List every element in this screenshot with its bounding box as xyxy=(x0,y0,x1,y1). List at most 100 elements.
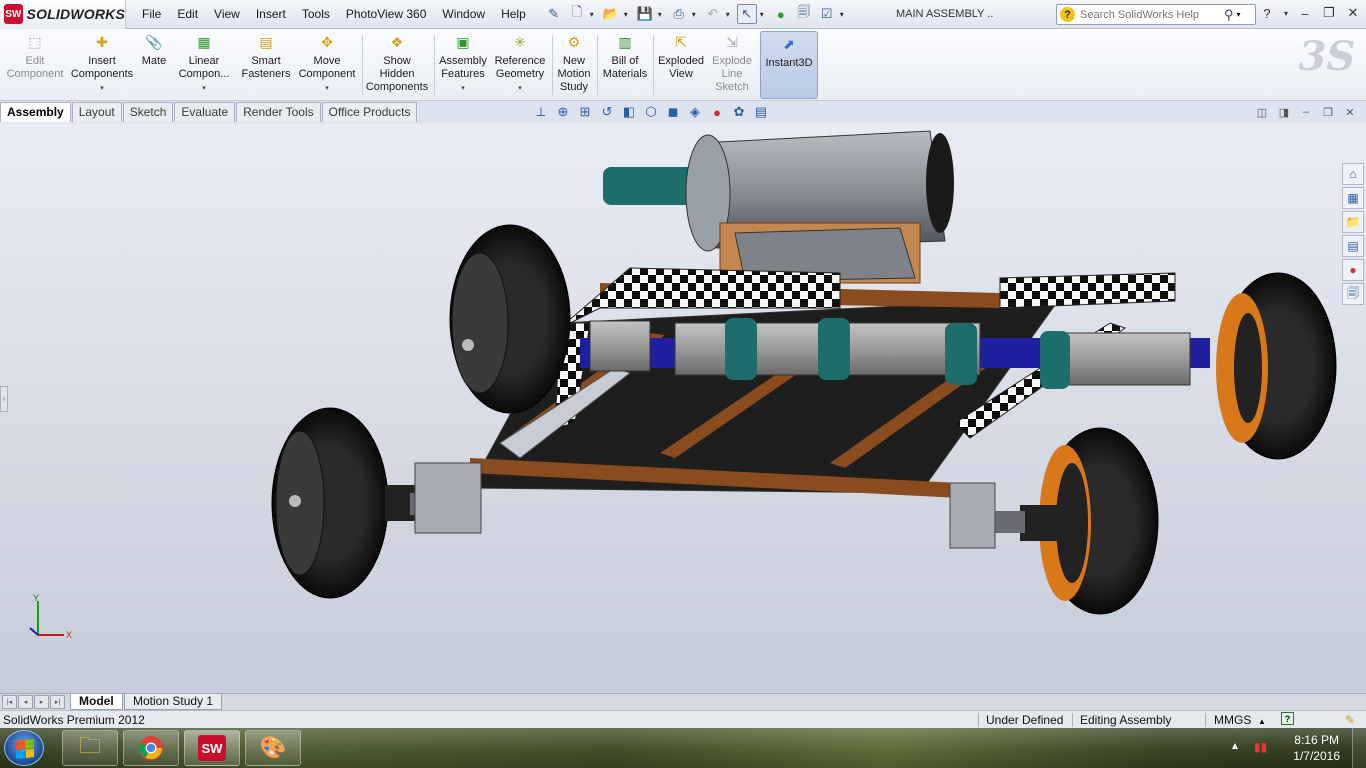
help-menu-icon[interactable]: ? xyxy=(1258,4,1276,22)
menu-edit[interactable]: Edit xyxy=(169,0,206,29)
next-tab-icon[interactable]: ▸ xyxy=(34,695,49,709)
help-search-input[interactable] xyxy=(1080,8,1222,21)
assembly-features-dropdown-icon[interactable]: ▾ xyxy=(461,82,465,95)
menu-tools[interactable]: Tools xyxy=(294,0,338,29)
undo-icon[interactable]: ↶ xyxy=(703,4,723,24)
view-palette-icon[interactable]: ▤ xyxy=(1342,235,1364,257)
network-icon[interactable]: ▮▮ xyxy=(1254,740,1267,754)
smart-fasteners-button[interactable]: ▤ Smart Fasteners xyxy=(238,32,294,81)
new-document-icon[interactable]: 🗋 xyxy=(567,4,587,24)
assembly-model[interactable]: Y X xyxy=(0,123,1366,693)
menu-file[interactable]: File xyxy=(134,0,169,29)
zoom-to-fit-icon[interactable]: ⊕ xyxy=(554,103,572,121)
options-dropdown-icon[interactable]: ▾ xyxy=(840,10,848,19)
viewport-split-icon[interactable]: ◫ xyxy=(1254,104,1270,120)
taskbar-paint[interactable]: 🎨 xyxy=(245,730,301,766)
wheel-front-right[interactable] xyxy=(949,427,1159,615)
tab-sketch[interactable]: Sketch xyxy=(122,102,174,122)
last-tab-icon[interactable]: ▸| xyxy=(50,695,65,709)
tab-office-products[interactable]: Office Products xyxy=(321,102,418,122)
scene-icon[interactable]: ✿ xyxy=(730,103,748,121)
solidworks-resources-icon[interactable]: ⌂ xyxy=(1342,163,1364,185)
open-dropdown-icon[interactable]: ▾ xyxy=(624,10,632,19)
select-dropdown-icon[interactable]: ▾ xyxy=(760,10,768,19)
select-cursor-icon[interactable]: ↖ xyxy=(736,4,757,24)
edit-component-button[interactable]: ⬚ Edit Component xyxy=(4,32,66,81)
rebuild-status-icon[interactable]: ✎ xyxy=(1345,712,1355,728)
search-dropdown-icon[interactable]: ▾ xyxy=(1237,10,1241,19)
options-icon[interactable]: ☑ xyxy=(817,4,837,24)
zoom-to-area-icon[interactable]: ⊞ xyxy=(576,103,594,121)
appearance-icon[interactable]: ● xyxy=(708,103,726,121)
custom-properties-icon[interactable]: 🗐 xyxy=(1342,283,1364,305)
wheel-front-left[interactable] xyxy=(271,407,482,599)
show-hidden-icons-icon[interactable]: ▲ xyxy=(1230,741,1240,752)
viewport-minimize-icon[interactable]: – xyxy=(1298,104,1314,120)
new-dropdown-icon[interactable]: ▾ xyxy=(590,10,598,19)
clock[interactable]: 8:16 PM 1/7/2016 xyxy=(1293,732,1340,764)
menu-photoview[interactable]: PhotoView 360 xyxy=(338,0,435,29)
taskbar-explorer[interactable]: 🗀 xyxy=(62,730,118,766)
linear-pattern-dropdown-icon[interactable]: ▾ xyxy=(202,82,206,95)
start-button[interactable] xyxy=(4,730,44,766)
section-view-icon[interactable]: ◧ xyxy=(620,103,638,121)
units-system[interactable]: MMGS xyxy=(1214,712,1251,728)
bill-of-materials-button[interactable]: ▥ Bill of Materials xyxy=(600,32,650,81)
instant3d-button[interactable]: ⬈ Instant3D xyxy=(760,31,818,99)
assembly-features-button[interactable]: ▣ Assembly Features ▾ xyxy=(438,32,488,95)
taskbar-solidworks[interactable]: SW xyxy=(184,730,240,766)
linear-pattern-button[interactable]: ▦ Linear Compon... ▾ xyxy=(174,32,234,95)
design-library-icon[interactable]: ▦ xyxy=(1342,187,1364,209)
exploded-view-button[interactable]: ⇱ Exploded View xyxy=(656,32,706,81)
search-icon[interactable]: ⚲ xyxy=(1224,7,1234,23)
show-desktop-button[interactable] xyxy=(1352,728,1366,768)
file-properties-icon[interactable]: 🗐 xyxy=(794,4,814,24)
move-component-button[interactable]: ✥ Move Component ▾ xyxy=(298,32,356,95)
menu-view[interactable]: View xyxy=(206,0,248,29)
mate-button[interactable]: 📎 Mate xyxy=(138,32,170,68)
new-motion-study-button[interactable]: ⚙ New Motion Study xyxy=(555,32,593,94)
tab-model[interactable]: Model xyxy=(70,694,123,710)
close-icon[interactable]: ✕ xyxy=(1344,4,1362,22)
file-explorer-icon[interactable]: 📁 xyxy=(1342,211,1364,233)
appearances-scenes-icon[interactable]: ● xyxy=(1342,259,1364,281)
graphics-area[interactable]: Y X xyxy=(0,123,1366,693)
hide-show-items-icon[interactable]: ◈ xyxy=(686,103,704,121)
save-icon[interactable]: 💾 xyxy=(635,4,655,24)
tab-layout[interactable]: Layout xyxy=(71,102,122,122)
print-dropdown-icon[interactable]: ▾ xyxy=(692,10,700,19)
viewport-expand-icon[interactable]: ◨ xyxy=(1276,104,1292,120)
insert-components-button[interactable]: ✚ Insert Components ▾ xyxy=(70,32,134,95)
insert-components-dropdown-icon[interactable]: ▾ xyxy=(100,82,104,95)
reference-geometry-dropdown-icon[interactable]: ▾ xyxy=(518,82,522,95)
menu-window[interactable]: Window xyxy=(434,0,493,29)
feature-manager-toggle-icon[interactable]: › xyxy=(0,386,8,412)
menu-help[interactable]: Help xyxy=(493,0,534,29)
menu-insert[interactable]: Insert xyxy=(248,0,294,29)
restore-icon[interactable]: ❐ xyxy=(1320,4,1338,22)
prev-tab-icon[interactable]: ◂ xyxy=(18,695,33,709)
first-tab-icon[interactable]: |◂ xyxy=(2,695,17,709)
reference-geometry-button[interactable]: ✳ Reference Geometry ▾ xyxy=(492,32,548,95)
motor[interactable] xyxy=(603,130,954,284)
tab-evaluate[interactable]: Evaluate xyxy=(174,102,236,122)
wheel-rear-right[interactable] xyxy=(1216,272,1337,460)
explode-line-sketch-button[interactable]: ⇲ Explode Line Sketch xyxy=(708,32,756,94)
help-dropdown-icon[interactable]: ▾ xyxy=(1282,4,1290,22)
tab-motion-study-1[interactable]: Motion Study 1 xyxy=(124,694,223,710)
save-dropdown-icon[interactable]: ▾ xyxy=(658,10,666,19)
previous-view-icon[interactable]: ↺ xyxy=(598,103,616,121)
show-hidden-components-button[interactable]: ❖ Show Hidden Components xyxy=(366,32,428,94)
rebuild-traffic-light-icon[interactable]: ● xyxy=(771,4,791,24)
view-orientation-dropdown-icon[interactable]: ⬡ xyxy=(642,103,660,121)
minimize-icon[interactable]: – xyxy=(1296,4,1314,22)
wheel-rear-left[interactable] xyxy=(449,224,571,414)
tab-render-tools[interactable]: Render Tools xyxy=(236,102,321,122)
quick-tips-icon[interactable]: ? xyxy=(1281,712,1294,725)
display-style-icon[interactable]: ◼ xyxy=(664,103,682,121)
pin-icon[interactable]: ✎ xyxy=(544,4,564,24)
open-folder-icon[interactable]: 📂 xyxy=(601,4,621,24)
tab-assembly[interactable]: Assembly xyxy=(0,102,71,122)
solidworks-logo[interactable]: SW SOLIDWORKS xyxy=(0,0,126,29)
viewport-close-icon[interactable]: ✕ xyxy=(1342,104,1358,120)
